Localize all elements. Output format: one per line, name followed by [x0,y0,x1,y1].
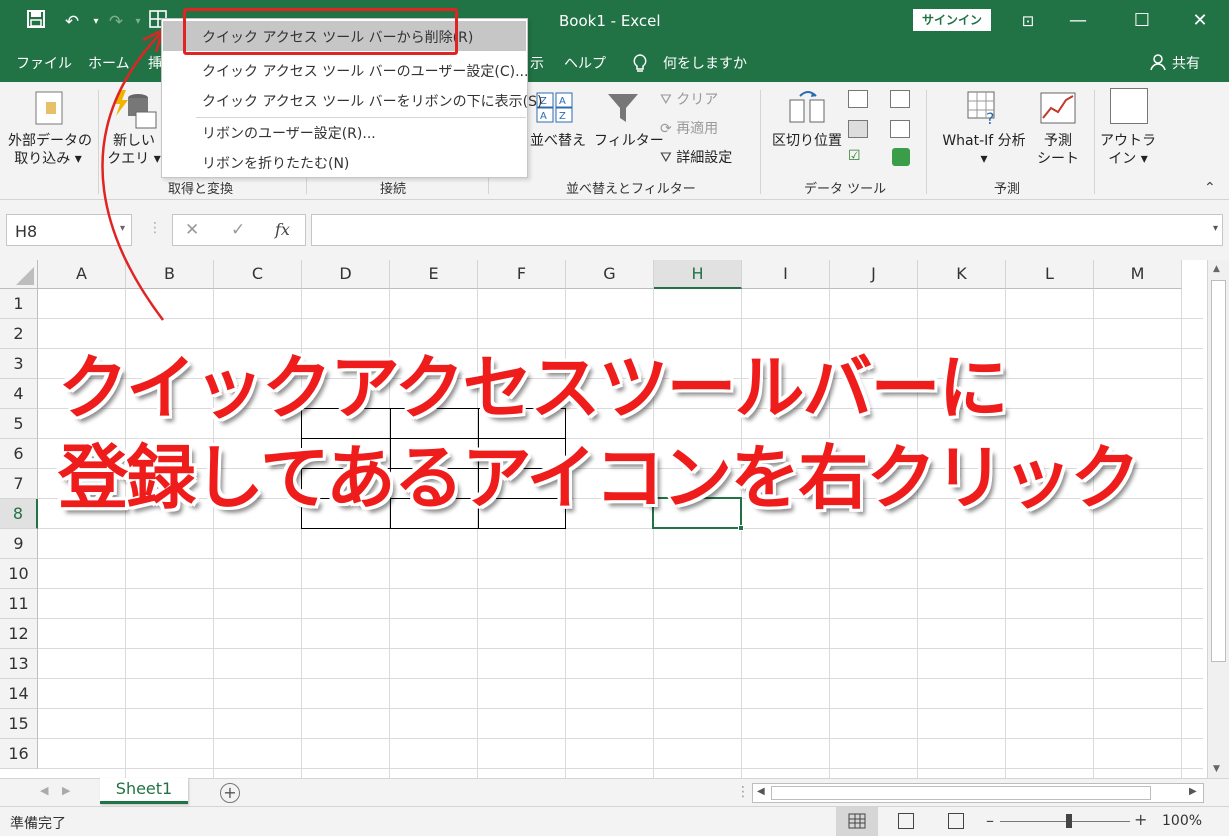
zoom-slider-thumb[interactable] [1066,814,1072,828]
page-break-view-icon[interactable] [948,813,964,829]
normal-view-button[interactable] [836,807,878,836]
sheet-tab-sheet1[interactable]: Sheet1 [100,778,188,804]
menu-item-customize-qat[interactable]: クイック アクセス ツール バーのユーザー設定(C)... [202,61,528,81]
prev-sheet-icon[interactable]: ◀ [40,784,48,797]
zoom-slider[interactable] [1000,821,1130,822]
add-sheet-icon[interactable]: + [220,783,240,803]
highlight-box [183,8,458,55]
horizontal-scrollbar[interactable]: ◀ ▶ [752,783,1204,803]
status-ready: 準備完了 [10,816,66,832]
next-sheet-icon[interactable]: ▶ [62,784,70,797]
zoom-in-icon[interactable]: + [1134,810,1147,829]
menu-item-collapse-ribbon[interactable]: リボンを折りたたむ(N) [202,153,349,173]
menu-item-show-qat-below[interactable]: クイック アクセス ツール バーをリボンの下に表示(S) [202,91,542,111]
horizontal-scroll-thumb[interactable] [771,786,1151,800]
menu-separator [196,117,526,118]
excel-window: ↶ ▾ ↷ ▾ Book1 - Excel サインイン ⊡ — ☐ ✕ ファイル… [0,0,1229,836]
zoom-level[interactable]: 100% [1162,813,1202,829]
annotation-line1: クイックアクセスツールバーに [58,347,1008,429]
scroll-right-icon[interactable]: ▶ [1189,786,1197,797]
status-bar: 準備完了 – + 100% [0,806,1229,836]
tab-split-grip-icon[interactable]: ⋮ [736,784,750,800]
annotation-line2: 登録してあるアイコンを右クリック [58,437,1140,519]
zoom-out-icon[interactable]: – [986,811,994,830]
scroll-left-icon[interactable]: ◀ [757,786,765,797]
menu-item-customize-ribbon[interactable]: リボンのユーザー設定(R)... [202,123,376,143]
page-layout-view-icon[interactable] [898,813,914,829]
sheet-tab-bar: ◀ ▶ Sheet1 + ⋮ ◀ ▶ [0,778,1229,806]
